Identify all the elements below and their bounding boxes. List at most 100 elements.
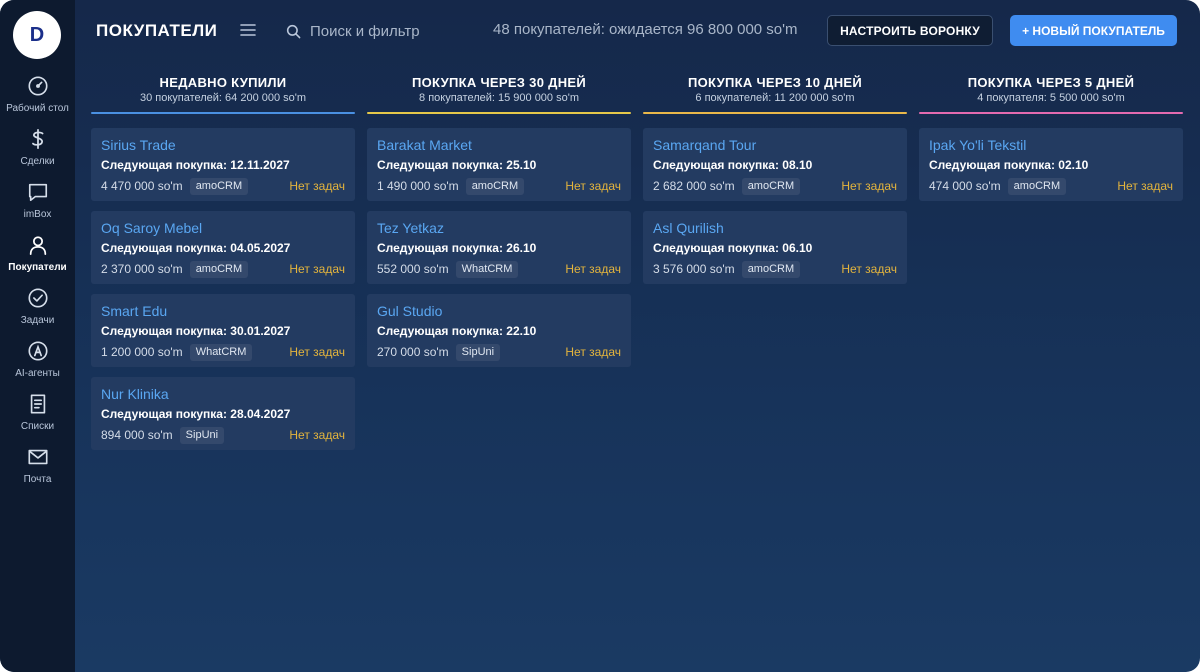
sidebar-item-label: Почта (23, 474, 52, 485)
sidebar-item-deals[interactable]: Сделки (0, 128, 75, 178)
column-color-bar (367, 112, 631, 114)
card-details-row: 552 000 so'm WhatCRM Нет задач (377, 260, 621, 278)
next-purchase-date: Следующая покупка: 06.10 (653, 241, 813, 255)
customer-card[interactable]: Gul Studio Следующая покупка: 22.10 270 00… (367, 294, 631, 367)
mail-icon (27, 449, 48, 465)
customer-card[interactable]: Asl Qurilish Следующая покупка: 06.10 3 57… (643, 211, 907, 284)
customer-card[interactable]: Ipak Yo'li Tekstil Следующая покупка: 02.… (919, 128, 1183, 201)
customer-card[interactable]: Tez Yetkaz Следующая покупка: 26.10 552 00… (367, 211, 631, 284)
crm-source-tag: amoCRM (189, 177, 249, 195)
card-details-row: 4 470 000 so'm amoCRM Нет задач (101, 177, 345, 195)
next-purchase-date: Следующая покупка: 22.10 (377, 324, 537, 338)
column-subtitle: 30 покупателей: 64 200 000 so'm (139, 92, 307, 104)
sidebar-item-label: Покупатели (8, 262, 67, 273)
next-purchase-date: Следующая покупка: 04.05.2027 (101, 241, 291, 255)
tasks-status[interactable]: Нет задач (565, 179, 621, 193)
next-purchase-date: Следующая покупка: 30.01.2027 (101, 324, 291, 338)
customer-name-link[interactable]: Barakat Market (377, 137, 621, 153)
column-title: ПОКУПКА ЧЕРЕЗ 5 ДНЕЙ (967, 75, 1135, 90)
customers-summary: 48 покупателей: ожидается 96 800 000 so'… (493, 21, 798, 38)
customer-name-link[interactable]: Sirius Trade (101, 137, 345, 153)
next-purchase-date: Следующая покупка: 12.11.2027 (101, 158, 290, 172)
sidebar-item-tasks[interactable]: Задачи (0, 287, 75, 337)
next-purchase-date: Следующая покупка: 28.04.2027 (101, 407, 291, 421)
sidebar-item-label: AI-агенты (15, 368, 60, 379)
page-title: ПОКУПАТЕЛИ (96, 21, 218, 40)
sidebar: D Рабочий стол Сделки imBox Покупатели З… (0, 0, 75, 672)
customer-card[interactable]: Smart Edu Следующая покупка: 30.01.2027 1 … (91, 294, 355, 367)
customer-name-link[interactable]: Oq Saroy Mebel (101, 220, 345, 236)
sidebar-item-dashboard[interactable]: Рабочий стол (0, 75, 75, 125)
sidebar-item-mail[interactable]: Почта (0, 446, 75, 496)
purchase-amount: 3 576 000 so'm (653, 262, 735, 276)
new-customer-button[interactable]: + НОВЫЙ ПОКУПАТЕЛЬ (1010, 15, 1177, 46)
purchase-amount: 270 000 so'm (377, 345, 449, 359)
card-details-row: 1 200 000 so'm WhatCRM Нет задач (101, 343, 345, 361)
customer-card[interactable]: Barakat Market Следующая покупка: 25.10 1 … (367, 128, 631, 201)
next-purchase-date: Следующая покупка: 02.10 (929, 158, 1089, 172)
column-recently-bought: НЕДАВНО КУПИЛИ 30 покупателей: 64 200 00… (91, 75, 355, 450)
next-purchase-date: Следующая покупка: 25.10 (377, 158, 537, 172)
column-color-bar (643, 112, 907, 114)
customer-name-link[interactable]: Samarqand Tour (653, 137, 897, 153)
crm-source-tag: WhatCRM (189, 343, 253, 361)
crm-source-tag: amoCRM (1007, 177, 1067, 195)
column-title: ПОКУПКА ЧЕРЕЗ 30 ДНЕЙ (411, 75, 587, 90)
purchase-amount: 4 470 000 so'm (101, 179, 183, 193)
top-bar: ПОКУПАТЕЛИ 48 покупателей: ожидается 96 … (75, 0, 1200, 62)
card-details-row: 474 000 so'm amoCRM Нет задач (929, 177, 1173, 195)
purchase-amount: 894 000 so'm (101, 428, 173, 442)
column-subtitle: 8 покупателей: 15 900 000 so'm (419, 92, 579, 104)
purchase-amount: 474 000 so'm (929, 179, 1001, 193)
tasks-status[interactable]: Нет задач (289, 262, 345, 276)
column-color-bar (91, 112, 355, 114)
sidebar-item-imbox[interactable]: imBox (0, 181, 75, 231)
tasks-status[interactable]: Нет задач (289, 345, 345, 359)
crm-source-tag: SipUni (179, 426, 225, 444)
check-circle-icon (27, 288, 48, 308)
card-details-row: 3 576 000 so'm amoCRM Нет задач (653, 260, 897, 278)
logo[interactable]: D (13, 11, 61, 59)
tasks-status[interactable]: Нет задач (841, 262, 897, 276)
column-color-bar (919, 112, 1183, 114)
sidebar-item-ai-agents[interactable]: AI-агенты (0, 340, 75, 390)
list-icon (30, 394, 45, 414)
search-box[interactable] (286, 19, 476, 43)
purchase-amount: 1 490 000 so'm (377, 179, 459, 193)
customer-card[interactable]: Oq Saroy Mebel Следующая покупка: 04.05.2… (91, 211, 355, 284)
search-input[interactable] (310, 22, 470, 40)
column-purchase-5-days: ПОКУПКА ЧЕРЕЗ 5 ДНЕЙ 4 покупателя: 5 500… (919, 75, 1183, 201)
tasks-status[interactable]: Нет задач (1117, 179, 1173, 193)
column-header: ПОКУПКА ЧЕРЕЗ 10 ДНЕЙ 6 покупателей: 11 … (643, 75, 907, 111)
tasks-status[interactable]: Нет задач (565, 345, 621, 359)
customer-name-link[interactable]: Tez Yetkaz (377, 220, 621, 236)
customer-card[interactable]: Nur Klinika Следующая покупка: 28.04.2027… (91, 377, 355, 450)
column-header: НЕДАВНО КУПИЛИ 30 покупателей: 64 200 00… (91, 75, 355, 111)
sidebar-item-label: Списки (20, 421, 55, 432)
column-title: ПОКУПКА ЧЕРЕЗ 10 ДНЕЙ (687, 75, 863, 90)
sidebar-item-customers[interactable]: Покупатели (0, 234, 75, 284)
hamburger-menu-icon[interactable] (240, 23, 256, 37)
configure-funnel-button[interactable]: НАСТРОИТЬ ВОРОНКУ (827, 15, 993, 46)
crm-source-tag: SipUni (455, 343, 501, 361)
sidebar-item-label: Сделки (20, 156, 55, 167)
purchase-amount: 552 000 so'm (377, 262, 449, 276)
customer-name-link[interactable]: Asl Qurilish (653, 220, 897, 236)
tasks-status[interactable]: Нет задач (289, 428, 345, 442)
user-icon (29, 236, 46, 256)
sidebar-item-lists[interactable]: Списки (0, 393, 75, 443)
column-purchase-30-days: ПОКУПКА ЧЕРЕЗ 30 ДНЕЙ 8 покупателей: 15 … (367, 75, 631, 367)
customer-name-link[interactable]: Ipak Yo'li Tekstil (929, 137, 1173, 153)
customer-card[interactable]: Sirius Trade Следующая покупка: 12.11.202… (91, 128, 355, 201)
tasks-status[interactable]: Нет задач (289, 179, 345, 193)
crm-source-tag: WhatCRM (455, 260, 519, 278)
tasks-status[interactable]: Нет задач (565, 262, 621, 276)
card-details-row: 2 682 000 so'm amoCRM Нет задач (653, 177, 897, 195)
customer-card[interactable]: Samarqand Tour Следующая покупка: 08.10 2 … (643, 128, 907, 201)
tasks-status[interactable]: Нет задач (841, 179, 897, 193)
customer-name-link[interactable]: Nur Klinika (101, 386, 345, 402)
search-icon (286, 24, 301, 38)
customer-name-link[interactable]: Gul Studio (377, 303, 621, 319)
chat-icon (28, 183, 47, 202)
customer-name-link[interactable]: Smart Edu (101, 303, 345, 319)
